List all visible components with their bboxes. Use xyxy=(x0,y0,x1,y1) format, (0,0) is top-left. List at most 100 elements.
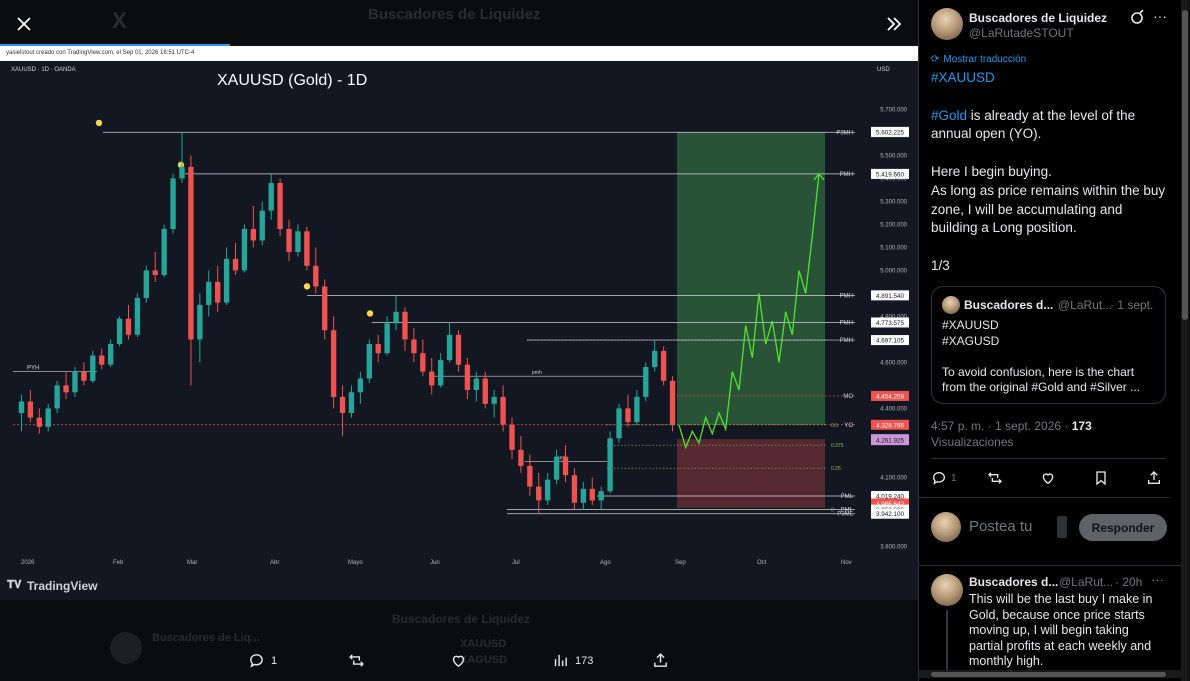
candle-body xyxy=(625,408,631,423)
candle-body xyxy=(518,449,524,466)
candle-body xyxy=(562,456,569,476)
hashtag-xauusd[interactable]: #XAUUSD xyxy=(931,69,1171,88)
y-tick-label: 5.300.000 xyxy=(880,199,907,205)
candle-body xyxy=(446,334,453,361)
bulb-icon xyxy=(95,119,103,127)
reply-tweet-avatar xyxy=(931,574,963,606)
candle-body xyxy=(580,488,587,503)
candle-body xyxy=(277,183,283,229)
candle-body xyxy=(161,229,167,275)
reply-composer: Postea tu Responder xyxy=(919,500,1190,560)
reply-icon xyxy=(250,654,263,668)
candle-body xyxy=(188,166,194,340)
symbol-line: XAUUSD · 1D · OANDA xyxy=(11,67,76,73)
grok-button[interactable] xyxy=(1129,9,1147,28)
candle-body xyxy=(571,475,578,503)
candle-body xyxy=(241,229,248,271)
candle-body xyxy=(553,456,560,480)
author-name[interactable]: Buscadores de Liquidez xyxy=(969,11,1107,25)
y-tick-label: 4.400.000 xyxy=(880,406,907,412)
candle-body xyxy=(652,350,658,367)
candle-body xyxy=(90,355,96,381)
ghost-user: Buscadores de Liq... xyxy=(152,632,260,644)
candle-body xyxy=(545,479,551,501)
candle-body xyxy=(669,380,676,425)
candle-body xyxy=(27,401,34,418)
bottom-reply-button[interactable]: 1 xyxy=(248,652,277,669)
thread-line xyxy=(946,610,948,670)
more-options-button[interactable]: ··· xyxy=(1153,8,1167,24)
chart-image: yasielstout creado con TradingView.com, … xyxy=(0,46,918,600)
reply-more-icon[interactable]: ··· xyxy=(1151,572,1164,587)
reply-tweet[interactable]: Buscadores d... @LaRut... · 20h ··· This… xyxy=(919,565,1181,681)
candle-body xyxy=(322,286,328,331)
translate-label: Mostrar traducción xyxy=(943,54,1027,65)
stop-zone xyxy=(677,439,825,508)
candle-body xyxy=(634,396,640,423)
candle-body xyxy=(304,231,310,266)
candle-body xyxy=(589,488,595,501)
y-tick-label: 5.200.000 xyxy=(880,222,907,228)
quoted-tweet[interactable]: Buscadores d... @LaRut... · 1 sept. #XAU… xyxy=(931,286,1166,404)
composer-scroll-control[interactable] xyxy=(1057,516,1067,538)
repost-action[interactable] xyxy=(987,470,1003,486)
level-label: YO xyxy=(844,423,853,429)
candle-body xyxy=(18,401,25,413)
level-label: P3MH xyxy=(836,130,853,136)
price-tag-label: 4.454.259 xyxy=(876,393,905,400)
reply-input[interactable]: Postea tu xyxy=(969,518,1049,535)
translate-link[interactable]: ⟳ Mostrar traducción xyxy=(931,54,1026,65)
views-label: Visualizaciones xyxy=(931,435,1014,449)
fib-label: 0.25 xyxy=(831,466,841,472)
candle-body xyxy=(411,339,417,354)
reply-submit-button[interactable]: Responder xyxy=(1079,514,1167,541)
media-viewer: Buscadores de Liquidez X yasielstout cre… xyxy=(0,0,918,681)
price-tag-label: 5.602.225 xyxy=(876,129,905,136)
candle-body xyxy=(107,344,114,365)
bottom-share-button[interactable] xyxy=(652,652,669,669)
candle-body xyxy=(36,417,42,427)
y-tick-label: 5.700.000 xyxy=(880,107,907,113)
divider-2 xyxy=(919,497,1169,498)
candle-body xyxy=(152,270,158,275)
pmh-label: pmh xyxy=(532,370,542,376)
reply-action[interactable]: 1 xyxy=(931,470,957,486)
x-tick-label: Mayo xyxy=(348,560,363,566)
quote-text: #XAUUSD #XAGUSD To avoid confusion, here… xyxy=(942,318,1157,396)
bottom-views-button[interactable]: 173 xyxy=(552,652,593,669)
x-tick-label: Jul xyxy=(512,560,520,566)
bottom-like-button[interactable] xyxy=(450,652,467,669)
candle-body xyxy=(420,353,426,372)
price-tag-label: 4.261.925 xyxy=(876,438,905,445)
price-tag-label: 4.773.575 xyxy=(876,320,905,327)
price-tag-label: 4.891.540 xyxy=(876,293,905,300)
bottom-repost-button[interactable] xyxy=(348,652,365,669)
candle-body xyxy=(339,396,346,413)
quote-line-2: #XAGUSD xyxy=(942,333,1000,348)
tradingview-brand: TradingView xyxy=(27,579,98,593)
expand-panel-button[interactable] xyxy=(880,10,908,38)
panel-scroll-thumb[interactable] xyxy=(1182,10,1188,320)
share-action[interactable] xyxy=(1146,470,1162,486)
hashtag-gold[interactable]: #Gold xyxy=(931,108,967,123)
x-tick-label: 2026 xyxy=(21,560,35,566)
bookmark-action[interactable] xyxy=(1093,470,1109,486)
like-action[interactable] xyxy=(1040,470,1056,486)
tweet-timestamp[interactable]: 4:57 p. m. · 1 sept. 2026 · xyxy=(931,419,1072,433)
candle-body xyxy=(81,371,87,381)
candle-body xyxy=(54,385,60,409)
tv-footer: 𝐓𝐕 TradingView xyxy=(7,575,912,600)
candle-body xyxy=(509,424,515,450)
quote-line-3: To avoid confusion, here is the chart fr… xyxy=(942,364,1141,395)
candle-body xyxy=(232,258,239,271)
reply-icon xyxy=(932,471,946,485)
horizontal-scroll-thumb[interactable] xyxy=(931,672,1166,677)
grok-icon xyxy=(1131,9,1144,24)
x-tick-label: Jun xyxy=(430,560,440,566)
author-handle[interactable]: @LaRutadeSTOUT xyxy=(969,26,1074,40)
x-tick-label: Abr xyxy=(270,560,279,566)
author-avatar[interactable] xyxy=(931,8,963,40)
candle-body xyxy=(125,318,132,335)
candle-body xyxy=(437,360,444,386)
close-button[interactable] xyxy=(10,10,38,38)
